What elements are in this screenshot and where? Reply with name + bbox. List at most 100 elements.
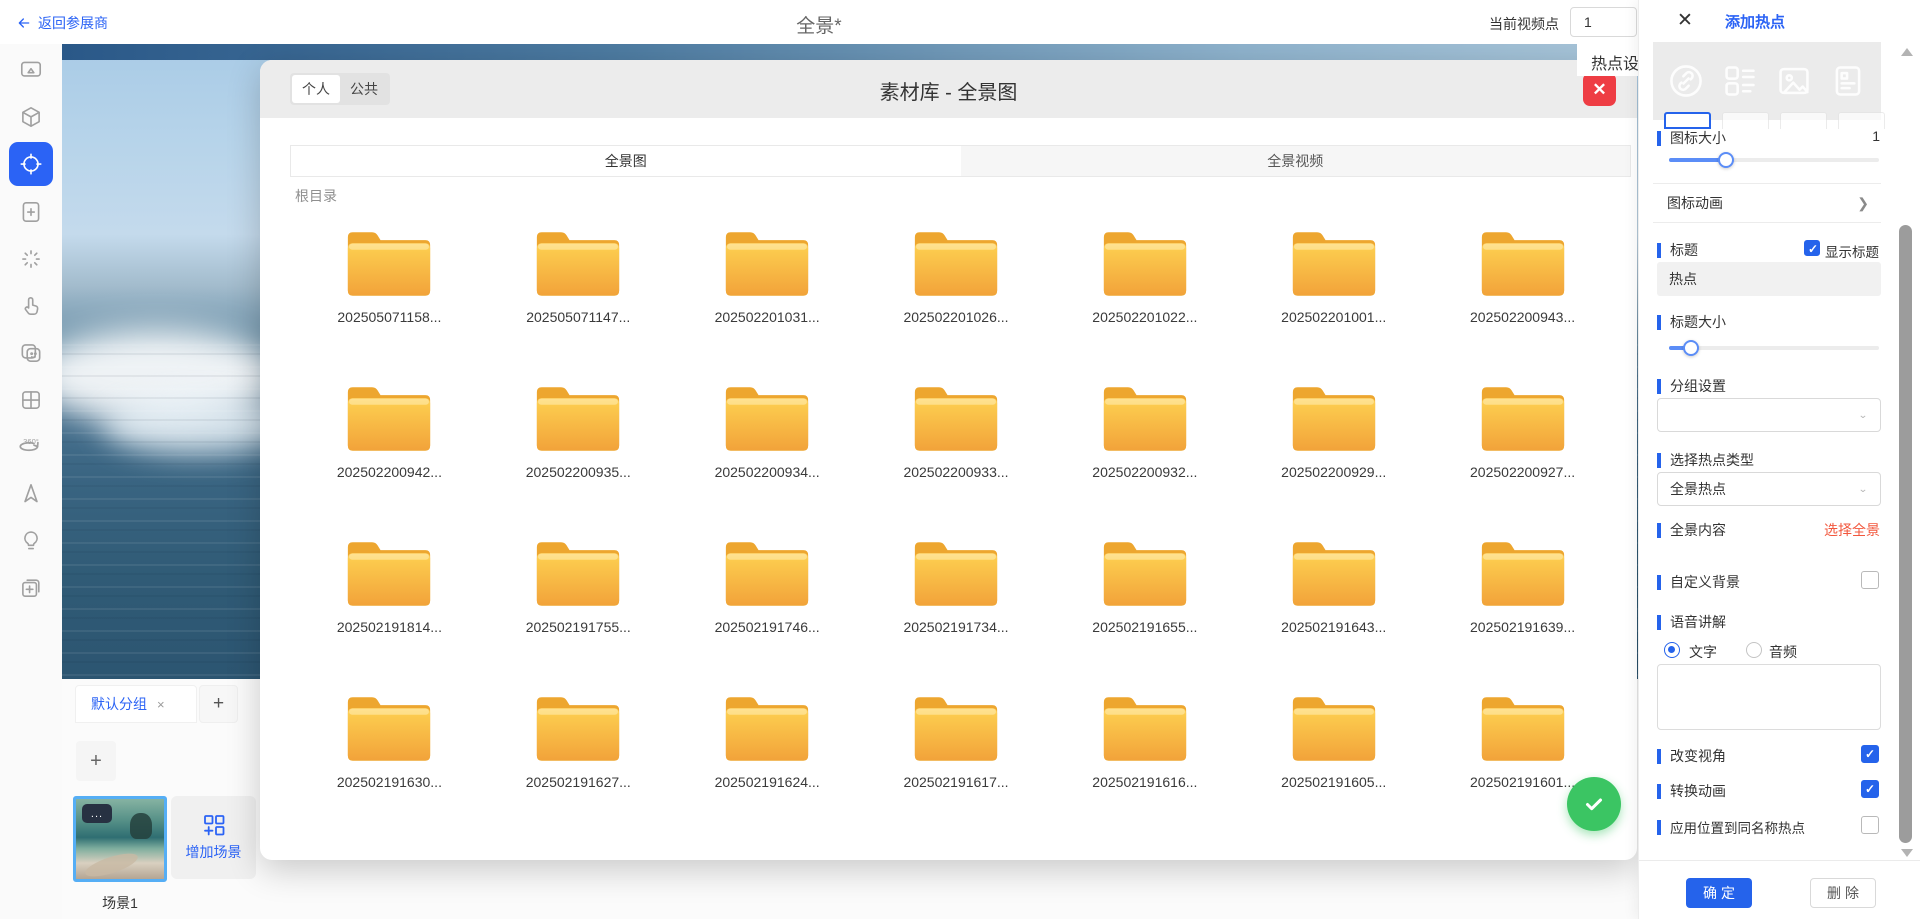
voice-audio-radio[interactable] [1746, 642, 1762, 658]
icon-option-selected[interactable] [1664, 112, 1711, 129]
group-setting-dropdown[interactable]: ⌄ [1657, 398, 1881, 432]
sidebar-item-tap-hand[interactable] [9, 284, 53, 328]
add-group-button[interactable]: + [199, 685, 238, 723]
panel-close-icon[interactable]: ✕ [1677, 9, 1693, 32]
folder-item[interactable]: 202502191643... [1239, 530, 1428, 685]
folder-item[interactable]: 202502191605... [1239, 685, 1428, 840]
folder-item[interactable]: 202505071158... [295, 220, 484, 375]
folder-item[interactable]: 202502201026... [862, 220, 1051, 375]
sidebar-item-hotspot-target[interactable] [9, 142, 53, 186]
icon-size-label: 图标大小 [1657, 128, 1726, 148]
folder-item[interactable]: 202502200927... [1428, 375, 1617, 530]
layout-icon[interactable] [1721, 62, 1759, 100]
scene-more-button[interactable]: ... [82, 804, 112, 823]
folder-item[interactable]: 202502191617... [862, 685, 1051, 840]
folder-item[interactable]: 202502200934... [673, 375, 862, 530]
folder-item-partial[interactable] [1239, 840, 1428, 852]
show-title-checkbox[interactable] [1804, 240, 1820, 256]
folder-item[interactable]: 202502191639... [1428, 530, 1617, 685]
document-icon[interactable] [1829, 62, 1867, 100]
hotspot-type-dropdown[interactable]: 全景热点 ⌄ [1657, 472, 1881, 506]
folder-item-partial[interactable] [295, 840, 484, 852]
sidebar-item-import-copy[interactable] [9, 566, 53, 610]
icon-option[interactable] [1722, 112, 1769, 129]
folder-item[interactable]: 202505071147... [484, 220, 673, 375]
folder-item-partial[interactable] [862, 840, 1051, 852]
icon-option[interactable] [1838, 112, 1885, 129]
slider-knob[interactable] [1718, 152, 1734, 168]
confirm-selection-button[interactable] [1567, 777, 1621, 831]
folder-item[interactable]: 202502191755... [484, 530, 673, 685]
title-size-label: 标题大小 [1657, 312, 1726, 332]
material-library-modal: 个人 公共 素材库 - 全景图 ✕ 全景图 全景视频 根目录 [260, 60, 1637, 860]
folder-icon [721, 380, 813, 455]
icon-option[interactable] [1780, 112, 1827, 129]
voice-text-area[interactable] [1657, 664, 1881, 730]
group-setting-label: 分组设置 [1657, 376, 1726, 396]
tab-panorama-video[interactable]: 全景视频 [961, 146, 1631, 176]
folder-item[interactable]: 202502200942... [295, 375, 484, 530]
folder-icon [721, 845, 813, 852]
sidebar-item-loading-burst[interactable] [9, 237, 53, 281]
folder-item[interactable]: 202502191734... [862, 530, 1051, 685]
link-icon[interactable] [1667, 62, 1705, 100]
select-panorama-link[interactable]: 选择全景 [1824, 520, 1880, 540]
folder-item[interactable]: 202502200932... [1050, 375, 1239, 530]
folder-name: 202502191616... [1092, 774, 1197, 790]
folder-item[interactable]: 202502191630... [295, 685, 484, 840]
scroll-down-arrow[interactable] [1901, 849, 1913, 857]
slider-knob[interactable] [1683, 340, 1699, 356]
folder-item[interactable]: 202502201022... [1050, 220, 1239, 375]
sidebar-item-lightbulb[interactable] [9, 519, 53, 563]
sidebar-item-nav-arrow[interactable] [9, 472, 53, 516]
folder-item[interactable]: 202502191616... [1050, 685, 1239, 840]
scene-group-tab[interactable]: 默认分组 × [75, 685, 197, 723]
group-close-icon[interactable]: × [157, 697, 165, 712]
folder-item[interactable]: 202502200929... [1239, 375, 1428, 530]
folder-item[interactable]: 202502191624... [673, 685, 862, 840]
folder-item[interactable]: 202502191655... [1050, 530, 1239, 685]
add-item-button[interactable]: + [76, 741, 116, 781]
scene-thumbnail[interactable]: ... [73, 796, 167, 882]
breadcrumb: 根目录 [295, 186, 337, 206]
folder-item[interactable]: 202502200943... [1428, 220, 1617, 375]
custom-bg-checkbox[interactable] [1861, 571, 1879, 589]
apply-position-checkbox[interactable] [1861, 816, 1879, 834]
folder-item[interactable]: 202502200935... [484, 375, 673, 530]
add-scene-button[interactable]: 增加场景 [171, 796, 256, 879]
sidebar-item-mask-cards[interactable] [9, 331, 53, 375]
sidebar-item-grid-2x2[interactable] [9, 378, 53, 422]
hotspot-title-input[interactable]: 热点 [1657, 262, 1881, 296]
scrollbar-thumb[interactable] [1899, 225, 1912, 843]
title-size-slider[interactable] [1669, 340, 1879, 356]
tab-panorama-image[interactable]: 全景图 [291, 146, 961, 176]
icon-animation-row[interactable]: 图标动画 ❯ [1653, 183, 1881, 223]
folder-item[interactable]: 202502191814... [295, 530, 484, 685]
modal-close-button[interactable]: ✕ [1583, 73, 1616, 106]
icon-size-slider[interactable] [1669, 152, 1879, 168]
voice-text-radio[interactable] [1664, 642, 1680, 658]
folder-item-partial[interactable] [673, 840, 862, 852]
folder-item[interactable]: 202502201001... [1239, 220, 1428, 375]
folder-item-partial[interactable] [1428, 840, 1617, 852]
folder-item[interactable]: 202502200933... [862, 375, 1051, 530]
transition-checkbox[interactable] [1861, 780, 1879, 798]
modal-header: 个人 公共 素材库 - 全景图 ✕ [260, 60, 1637, 118]
current-video-input[interactable]: 1 [1570, 7, 1637, 37]
folder-item-partial[interactable] [1050, 840, 1239, 852]
sidebar-item-cube-3d[interactable] [9, 95, 53, 139]
folder-item-partial[interactable] [484, 840, 673, 852]
folder-item[interactable]: 202502201031... [673, 220, 862, 375]
folder-item[interactable]: 202502191746... [673, 530, 862, 685]
sidebar-item-file-add[interactable] [9, 190, 53, 234]
change-view-checkbox[interactable] [1861, 745, 1879, 763]
delete-button[interactable]: 删除 [1810, 878, 1876, 908]
folder-item[interactable]: 202502191627... [484, 685, 673, 840]
scroll-up-arrow[interactable] [1901, 48, 1913, 56]
sidebar-item-screen-cast[interactable] [9, 48, 53, 92]
confirm-button[interactable]: 确定 [1686, 878, 1752, 908]
image-icon[interactable] [1775, 62, 1813, 100]
slider-track[interactable] [1669, 346, 1879, 350]
folder-icon [1288, 845, 1380, 852]
sidebar-item-rotate-360[interactable]: 360° [9, 425, 53, 469]
